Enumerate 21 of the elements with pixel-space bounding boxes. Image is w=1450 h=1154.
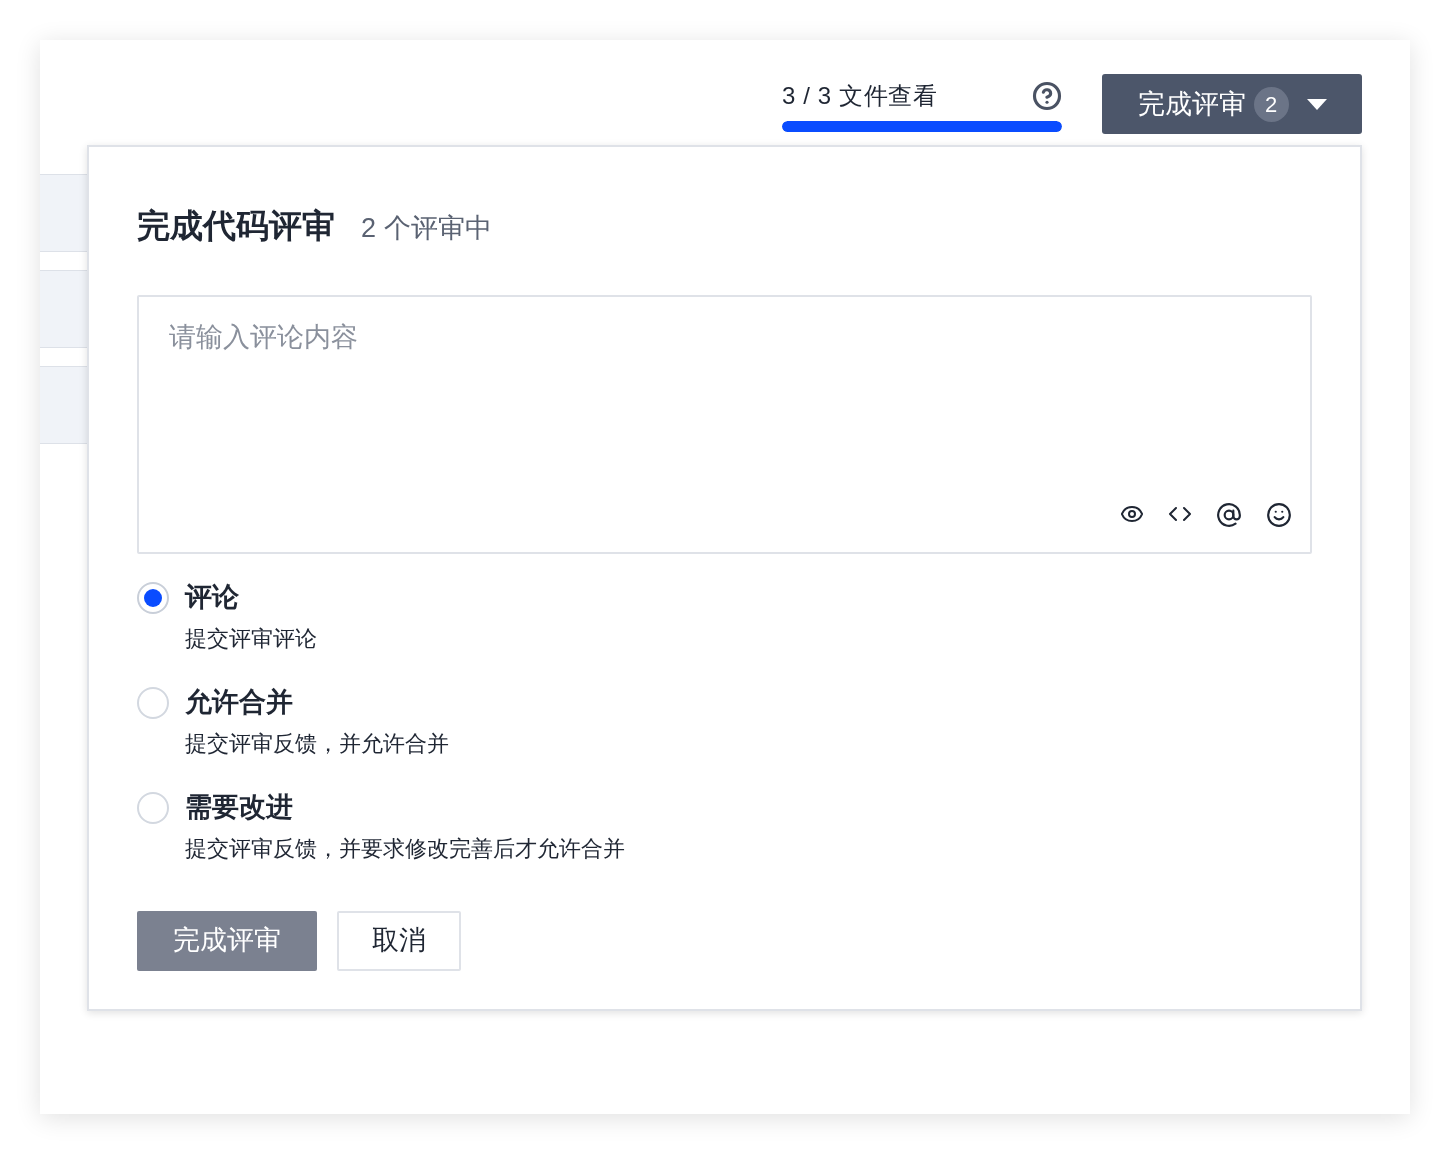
caret-icon (1306, 98, 1327, 110)
option-label: 需要改进 (185, 790, 294, 824)
option-label: 允许合并 (185, 685, 294, 719)
dialog-subtitle: 2 个评审中 (361, 212, 492, 245)
option-label: 评论 (185, 580, 240, 614)
option-description: 提交评审评论 (185, 624, 317, 653)
emoji-icon[interactable] (1266, 501, 1292, 528)
finish-review-button[interactable]: 完成评审 (137, 910, 317, 971)
radio-button[interactable] (137, 791, 169, 824)
radio-button[interactable] (137, 686, 169, 719)
option-description: 提交评审反馈，并要求修改完善后才允许合并 (185, 834, 625, 863)
finish-review-button[interactable]: 完成评审 2 (1102, 74, 1362, 134)
option-description: 提交评审反馈，并允许合并 (185, 729, 449, 758)
files-viewed-label: 3 / 3 文件查看 (782, 81, 938, 111)
mention-icon[interactable] (1216, 501, 1242, 528)
help-icon[interactable] (1032, 81, 1062, 111)
cancel-button[interactable]: 取消 (337, 910, 461, 971)
dialog-title: 完成代码评审 (137, 206, 335, 246)
radio-button[interactable] (137, 581, 169, 614)
count-badge: 2 (1253, 86, 1289, 122)
comment-field[interactable]: 请输入评论内容 (137, 294, 1312, 554)
